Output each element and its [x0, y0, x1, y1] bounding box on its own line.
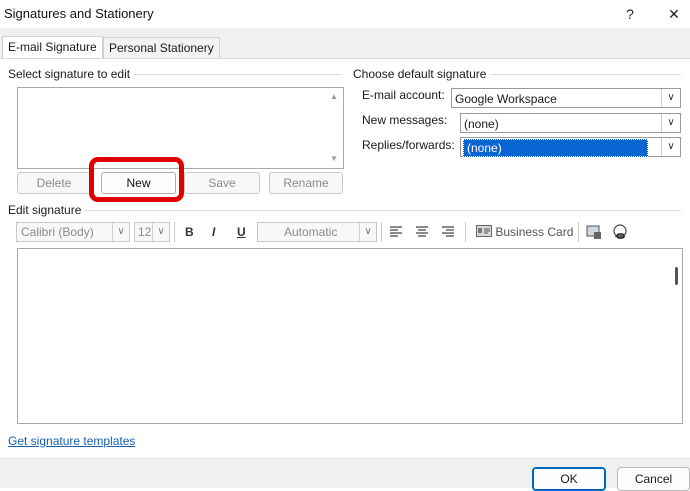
scroll-down-icon[interactable]: ▼	[330, 154, 338, 163]
delete-button[interactable]: Delete	[17, 172, 91, 194]
dialog-footer: OK Cancel	[0, 458, 690, 491]
new-messages-label: New messages:	[362, 113, 448, 127]
choose-default-label: Choose default signature	[353, 67, 491, 81]
bold-button[interactable]: B	[185, 222, 194, 242]
divider	[488, 74, 681, 75]
ok-button[interactable]: OK	[532, 467, 606, 491]
chevron-down-icon: ∨	[661, 89, 680, 107]
replies-forwards-select[interactable]: (none) ∨	[460, 137, 681, 157]
email-account-label: E-mail account:	[362, 88, 445, 102]
tab-personal-stationery[interactable]: Personal Stationery	[103, 37, 220, 59]
italic-button[interactable]: I	[212, 222, 215, 242]
save-button[interactable]: Save	[184, 172, 260, 194]
new-button-highlight	[89, 157, 184, 202]
replies-forwards-label: Replies/forwards:	[362, 138, 455, 152]
tab-personal-stationery-label: Personal Stationery	[109, 41, 214, 55]
business-card-button[interactable]: Business Card	[476, 222, 573, 242]
cancel-button[interactable]: Cancel	[617, 467, 690, 491]
font-color-value: Automatic	[284, 225, 338, 239]
chevron-down-icon: ∨	[112, 223, 129, 241]
toolbar-separator	[381, 222, 382, 242]
business-card-label: Business Card	[495, 225, 574, 239]
underline-button[interactable]: U	[237, 222, 246, 242]
font-select[interactable]: Calibri (Body) ∨	[16, 222, 130, 242]
font-value: Calibri (Body)	[21, 225, 94, 239]
new-messages-select[interactable]: (none) ∨	[460, 113, 681, 133]
signature-list[interactable]: ▲ ▼	[17, 87, 344, 169]
align-right-icon[interactable]	[441, 222, 455, 242]
divider	[130, 74, 342, 75]
tab-email-signature[interactable]: E-mail Signature	[2, 36, 103, 59]
editor-scrollbar[interactable]	[675, 267, 678, 285]
tab-strip: E-mail Signature Personal Stationery	[0, 28, 690, 59]
signatures-dialog: Signatures and Stationery ? ✕ E-mail Sig…	[0, 0, 690, 491]
email-signature-panel: Select signature to edit ▲ ▼ Delete New …	[0, 58, 690, 459]
font-color-select[interactable]: Automatic ∨	[257, 222, 377, 242]
select-signature-label: Select signature to edit	[8, 67, 135, 81]
signature-list-scrollbar[interactable]: ▲ ▼	[327, 88, 343, 168]
format-toolbar: Calibri (Body) ∨ 12 ∨ B I U Automatic ∨	[16, 222, 676, 244]
align-left-icon[interactable]	[389, 222, 403, 242]
toolbar-separator	[578, 222, 579, 242]
rename-button[interactable]: Rename	[269, 172, 343, 194]
chevron-down-icon: ∨	[661, 138, 680, 156]
close-icon[interactable]: ✕	[664, 4, 684, 24]
get-signature-templates-link[interactable]: Get signature templates	[8, 434, 135, 448]
help-icon[interactable]: ?	[620, 4, 640, 24]
insert-picture-icon[interactable]	[586, 222, 602, 242]
chevron-down-icon: ∨	[152, 223, 169, 241]
toolbar-separator	[174, 222, 175, 242]
toolbar-separator	[465, 222, 466, 242]
title-bar: Signatures and Stationery ? ✕	[0, 0, 690, 28]
divider	[84, 210, 681, 211]
window-title: Signatures and Stationery	[4, 6, 154, 21]
new-messages-value: (none)	[464, 117, 499, 131]
align-center-icon[interactable]	[415, 222, 429, 242]
hyperlink-icon[interactable]	[612, 222, 628, 242]
email-account-select[interactable]: Google Workspace ∨	[451, 88, 681, 108]
signature-editor[interactable]	[17, 248, 683, 424]
chevron-down-icon: ∨	[661, 114, 680, 132]
font-size-select[interactable]: 12 ∨	[134, 222, 170, 242]
edit-signature-label: Edit signature	[8, 203, 86, 217]
chevron-down-icon: ∨	[359, 223, 376, 241]
tab-email-signature-label: E-mail Signature	[8, 40, 97, 54]
font-size-value: 12	[138, 225, 152, 239]
email-account-value: Google Workspace	[455, 92, 557, 106]
scroll-up-icon[interactable]: ▲	[330, 92, 338, 101]
replies-forwards-value: (none)	[463, 139, 648, 157]
